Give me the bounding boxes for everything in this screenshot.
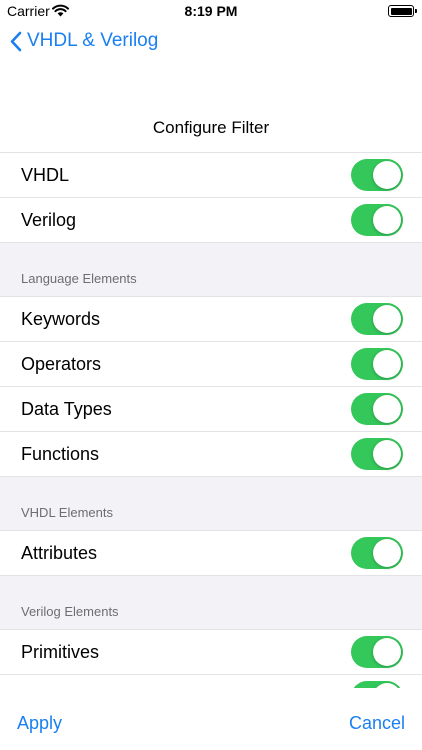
chevron-left-icon: [10, 31, 22, 51]
list-item-attributes: Attributes: [0, 530, 422, 575]
item-label: VHDL: [21, 164, 70, 185]
back-button[interactable]: VHDL & Verilog: [10, 30, 158, 52]
section-header-label: VHDL Elements: [21, 505, 113, 520]
vhdl-toggle[interactable]: [351, 159, 403, 191]
cancel-button[interactable]: Cancel: [349, 713, 405, 734]
clock: 8:19 PM: [184, 3, 238, 19]
keywords-toggle[interactable]: [351, 303, 403, 335]
back-label: VHDL & Verilog: [27, 30, 159, 51]
filter-list[interactable]: VHDL Verilog Language Elements Keywords …: [0, 152, 422, 688]
list-item-keywords: Keywords: [0, 296, 422, 341]
list-item-vhdl: VHDL: [0, 152, 422, 197]
section-header-label: Language Elements: [21, 271, 137, 286]
list-item-functions: Functions: [0, 431, 422, 476]
item-label: Keywords: [21, 308, 101, 329]
list-item-operators: Operators: [0, 341, 422, 386]
apply-button[interactable]: Apply: [17, 713, 62, 734]
page-title: Configure Filter: [152, 118, 270, 137]
section-header-verilog-elements: Verilog Elements: [0, 575, 422, 629]
partial-toggle[interactable]: [351, 681, 403, 688]
data-types-toggle[interactable]: [351, 393, 403, 425]
section-header-label: Verilog Elements: [21, 604, 119, 619]
list-item-partial: [0, 674, 422, 688]
item-label: Data Types: [21, 398, 112, 419]
item-label: Primitives: [21, 641, 100, 662]
list-item-verilog: Verilog: [0, 197, 422, 242]
item-label: Verilog: [21, 209, 77, 230]
functions-toggle[interactable]: [351, 438, 403, 470]
attributes-toggle[interactable]: [351, 537, 403, 569]
operators-toggle[interactable]: [351, 348, 403, 380]
status-bar: Carrier 8:19 PM: [0, 0, 422, 24]
primitives-toggle[interactable]: [351, 636, 403, 668]
item-label: Functions: [21, 443, 100, 464]
list-item-primitives: Primitives: [0, 629, 422, 674]
bottom-toolbar: Apply Cancel: [0, 688, 422, 750]
section-header-vhdl-elements: VHDL Elements: [0, 476, 422, 530]
battery-icon: [388, 5, 417, 17]
item-label: Operators: [21, 353, 102, 374]
list-item-data-types: Data Types: [0, 386, 422, 431]
verilog-toggle[interactable]: [351, 204, 403, 236]
section-header-language-elements: Language Elements: [0, 242, 422, 296]
item-label: Attributes: [21, 542, 98, 563]
